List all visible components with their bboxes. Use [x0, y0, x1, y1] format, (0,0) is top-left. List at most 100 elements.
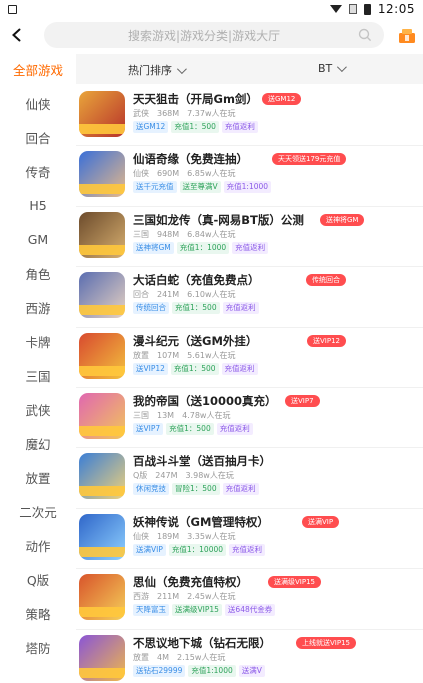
category-item[interactable]: 仙侠 — [0, 86, 76, 120]
game-highlight-badge: 送VIP12 — [307, 334, 346, 347]
category-item[interactable]: GM — [0, 222, 76, 256]
wifi-icon — [329, 5, 342, 13]
game-icon-banner — [79, 667, 125, 678]
game-meta-item: 368M — [157, 109, 180, 118]
game-meta-item: 107M — [157, 350, 180, 360]
download-manager-icon[interactable] — [397, 25, 417, 45]
game-tag: 充值1：500 — [170, 362, 219, 375]
game-title: 思仙（免费充值特权） — [133, 575, 248, 590]
game-meta-item: 武侠 — [133, 109, 149, 118]
category-item[interactable]: 策略 — [0, 596, 76, 630]
category-item[interactable]: 塔防 — [0, 630, 76, 664]
game-tag: 充值返利 — [232, 241, 269, 254]
game-tag: 充值1:1000 — [188, 664, 236, 677]
category-item[interactable]: 三国 — [0, 358, 76, 392]
category-item[interactable]: 回合 — [0, 120, 76, 154]
game-meta-item: 3.35w人在玩 — [187, 531, 236, 541]
category-item[interactable]: 西游 — [0, 290, 76, 324]
game-highlight-badge: 送满VIP — [302, 515, 340, 528]
sim-icon — [348, 4, 357, 14]
game-meta: 放置 4M 2.15w人在玩 — [133, 652, 233, 663]
category-sidebar: 全部游戏 仙侠 回合 传奇 H5 GM 角色 西游 卡牌 三国 武侠 魔幻 放置… — [0, 52, 76, 683]
game-list-item[interactable]: 天天狙击（开局Gm剑） 送GM12 武侠 368M 7.37w人在玩 送GM12 充值1：5… — [76, 86, 423, 147]
game-meta-item: 仙侠 — [133, 169, 149, 179]
game-title: 仙语奇缘（免费连抽） — [133, 152, 248, 167]
game-list-item[interactable]: 不思议地下城（钻石无限） 上线就送VIP15 放置 4M 2.15w人在玩 送钻石2999… — [76, 630, 423, 683]
game-title: 天天狙击（开局Gm剑） — [133, 92, 258, 106]
game-title: 妖神传说（GM管理特权） — [133, 514, 269, 529]
game-tags: 送神将GM 充值1：1000 充值返利 — [133, 241, 269, 254]
game-meta: 仙侠 690M 6.85w人在玩 — [133, 168, 244, 179]
game-highlight-badge: 送满级VIP15 — [268, 576, 321, 589]
game-icon-banner — [79, 546, 125, 557]
game-meta: 西游 211M 2.45w人在玩 — [133, 591, 244, 602]
game-meta-item: 189M — [157, 531, 180, 541]
game-icon-banner — [79, 305, 125, 316]
game-tag: 充值1：500 — [172, 302, 220, 315]
sort-dropdown[interactable]: 热门排序 — [128, 62, 187, 78]
game-meta-item: 5.61w人在玩 — [187, 350, 236, 360]
category-item[interactable]: 角色 — [0, 256, 76, 290]
game-icon — [79, 453, 125, 500]
search-icon[interactable] — [358, 28, 372, 42]
game-list-item[interactable]: 仙语奇缘（免费连抽） 天天领送179元充值 仙侠 690M 6.85w人在玩 送千元充值送… — [76, 146, 423, 207]
category-item[interactable]: H5 — [0, 188, 76, 222]
game-list-item[interactable]: 三国如龙传（真-网易BT版）公测 送神将GM 三国 948M 6.84w人在玩 送神将GM… — [76, 207, 423, 268]
game-list: 天天狙击（开局Gm剑） 送GM12 武侠 368M 7.37w人在玩 送GM12 充值1：5… — [76, 86, 423, 683]
game-tag: 充值返利 — [221, 362, 258, 375]
category-item[interactable]: 放置 — [0, 460, 76, 494]
game-icon — [79, 91, 125, 137]
game-tags: 送GM12 充值1：500 充值返利 — [133, 121, 258, 133]
game-highlight-badge: 送GM12 — [262, 93, 302, 105]
game-meta-item: 13M — [157, 410, 175, 420]
game-list-item[interactable]: 妖神传说（GM管理特权） 送满VIP 仙侠 189M 3.35w人在玩 送满VIP 充值1：… — [76, 509, 423, 570]
game-highlight-badge: 传统回合 — [306, 274, 346, 287]
game-icon-banner — [79, 486, 125, 497]
game-icon — [79, 634, 125, 681]
category-item[interactable]: 卡牌 — [0, 324, 76, 358]
game-tag: 送钻石29999 — [133, 664, 186, 677]
game-tags: 送VIP12 充值1：500 充值返利 — [133, 362, 258, 375]
game-tag: 送VIP7 — [133, 422, 164, 435]
game-list-item[interactable]: 大话白蛇（充值免费点） 传统回合 回合 241M 6.10w人在玩 传统回合 充值1：500… — [76, 267, 423, 328]
category-item[interactable]: 全部游戏 — [0, 52, 76, 86]
game-tag: 天降富玉 — [133, 604, 169, 617]
game-icon-banner — [79, 184, 125, 195]
chevron-down-icon — [176, 63, 187, 74]
game-icon — [79, 513, 125, 560]
game-list-item[interactable]: 漫斗纪元（送GM外挂） 送VIP12 放置 107M 5.61w人在玩 送VIP12 充值1… — [76, 328, 423, 388]
category-item[interactable]: Q版 — [0, 562, 76, 596]
type-dropdown[interactable]: BT — [318, 62, 348, 75]
filter-bar: 热门排序 BT — [76, 54, 423, 84]
category-item[interactable]: 二次元 — [0, 494, 76, 528]
game-title: 三国如龙传（真-网易BT版）公测 — [133, 212, 304, 227]
game-list-item[interactable]: 思仙（免费充值特权） 送满级VIP15 西游 211M 2.45w人在玩 天降富玉 送满级V… — [76, 569, 423, 630]
game-list-item[interactable]: 百战斗斗堂（送百抽月卡） Q版 247M 3.98w人在玩 休闲竞技 冒险1：500 充值返… — [76, 448, 423, 509]
game-tag: 送满VIP — [133, 543, 166, 556]
game-meta-item: 三国 — [133, 229, 149, 239]
game-meta-item: 690M — [157, 169, 180, 179]
game-meta-item: 西游 — [133, 592, 149, 602]
category-item[interactable]: 传奇 — [0, 154, 76, 188]
chevron-left-icon — [12, 28, 21, 42]
game-tags: 送满VIP 充值1：10000 充值返利 — [133, 543, 266, 556]
game-meta: 放置 107M 5.61w人在玩 — [133, 350, 244, 361]
game-meta-item: 247M — [155, 471, 178, 481]
status-bar: 12:05 — [0, 0, 423, 18]
game-tag: 送满级VIP15 — [172, 604, 222, 617]
game-tag: 充值1：10000 — [168, 543, 227, 556]
game-highlight-badge: 天天领送179元充值 — [272, 153, 347, 166]
game-meta: 三国 13M 4.78w人在玩 — [133, 410, 238, 421]
game-tags: 传统回合 充值1：500 充值返利 — [133, 302, 259, 315]
type-label: BT — [318, 62, 333, 75]
game-meta-item: 2.45w人在玩 — [187, 592, 236, 602]
back-button[interactable] — [2, 20, 32, 50]
notification-icon — [8, 4, 17, 14]
search-input[interactable]: 搜索游戏|游戏分类|游戏大厅 — [44, 22, 384, 48]
game-list-item[interactable]: 我的帝国（送10000真充） 送VIP7 三国 13M 4.78w人在玩 送VIP7 充值1… — [76, 388, 423, 449]
category-item[interactable]: 武侠 — [0, 392, 76, 426]
game-tag: 送满V — [238, 664, 265, 677]
category-item[interactable]: 魔幻 — [0, 426, 76, 460]
game-tag: 送GM12 — [133, 121, 169, 133]
category-item[interactable]: 动作 — [0, 528, 76, 562]
